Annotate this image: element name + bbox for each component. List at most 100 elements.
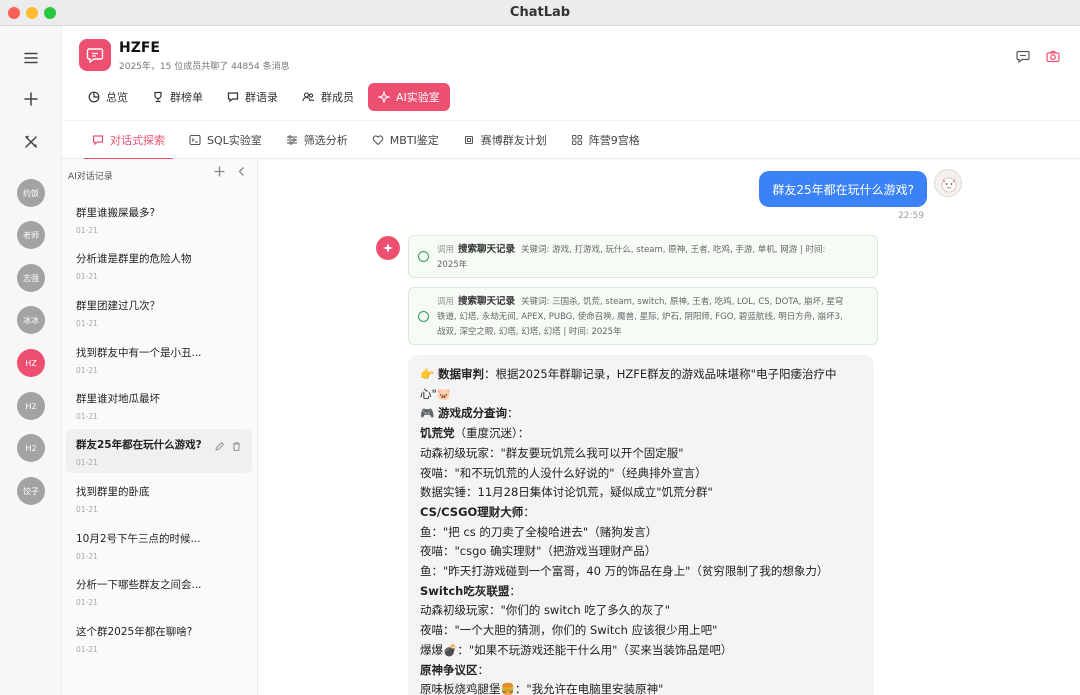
pie-chart-icon [88, 91, 100, 103]
history-header: AI对话记录 [68, 172, 113, 182]
nav-leaderboard[interactable]: 群榜单 [142, 83, 213, 111]
nav-overview[interactable]: 总览 [78, 83, 138, 111]
tab-chat-explore[interactable]: 对话式探索 [80, 121, 177, 160]
sparkle-icon [378, 91, 390, 103]
tab-label: 筛选分析 [303, 134, 348, 147]
answer-line: 爆爆💣："如果不玩游戏还能干什么用"（买来当装饰品是吧） [420, 642, 733, 657]
tool-call-card[interactable]: 调用 搜索聊天记录 关键词: 三国杀, 饥荒, steam, switch, 原神,… [408, 287, 878, 345]
chat-bubble-icon [92, 135, 104, 146]
history-item[interactable]: 找到群友中有一个是小丑... 01-21 [66, 337, 252, 381]
message-icon[interactable] [1016, 48, 1030, 67]
tab-label: SQL实验室 [207, 134, 262, 147]
minimize-window-button[interactable] [26, 7, 38, 19]
tab-alignment-grid[interactable]: 阵营9宫格 [559, 121, 652, 159]
gamepad-icon: 🎮 [420, 406, 438, 421]
tool-name: 搜索聊天记录 [458, 296, 516, 307]
history-item-date: 01-21 [76, 226, 98, 235]
history-item[interactable]: 分析一下哪些群友之间会... 01-21 [66, 569, 252, 613]
group-avatar-active[interactable]: HZ [17, 349, 45, 377]
tool-call-card[interactable]: 调用 搜索聊天记录 关键词: 游戏, 打游戏, 玩什么, steam, 原神, 王者… [408, 235, 878, 278]
history-item-date: 01-21 [76, 319, 98, 328]
tool-params: 关键词: 游戏, 打游戏, 玩什么, steam, 原神, 王者, 吃鸡, 手游… [521, 245, 826, 255]
history-item-title: 群里谁对地瓜最坏 [76, 393, 160, 405]
check-circle-icon [418, 251, 429, 262]
nav-quotes[interactable]: 群语录 [217, 83, 288, 111]
group-name: HZFE [119, 40, 160, 56]
nav-label: 群榜单 [170, 91, 203, 104]
group-avatar[interactable]: 冰冰 [17, 306, 45, 334]
message-timestamp: 22:59 [898, 211, 924, 221]
history-item[interactable]: 分析谁是群里的危险人物 01-21 [66, 243, 252, 287]
user-avatar [934, 169, 962, 197]
tab-mbti[interactable]: MBTI鉴定 [360, 121, 451, 159]
quote-bubble-icon [227, 92, 239, 103]
group-avatar[interactable]: 饺子 [17, 477, 45, 505]
pointing-hand-icon: 👉 [420, 367, 438, 381]
history-item[interactable]: 群里谁搬屎最多? 01-21 [66, 197, 252, 241]
group-avatar[interactable]: H2 [17, 392, 45, 420]
tab-cyber-friends[interactable]: 赛博群友计划 [451, 121, 559, 159]
answer-line: 动森初级玩家："群友要玩饥荒么我可以开个固定服" [420, 445, 684, 460]
collapse-chevron-left-icon[interactable] [237, 165, 247, 181]
edit-pencil-icon[interactable] [214, 437, 225, 456]
answer-line: 鱼："昨天打游戏碰到一个富哥，40 万的饰品在身上"（贫穷限制了我的想象力） [420, 564, 829, 579]
user-message-bubble: 群友25年都在玩什么游戏? [759, 171, 927, 207]
new-chat-icon[interactable] [214, 165, 225, 181]
history-item[interactable]: 群里团建过几次？ 01-21 [66, 290, 252, 334]
window-controls [8, 7, 56, 19]
tool-params: 2025年 [437, 260, 468, 270]
history-item[interactable]: 10月2号下午三点的时候... 01-21 [66, 523, 252, 567]
ai-lab-tabs: 对话式探索 SQL实验室 筛选分析 MBTI鉴定 赛博群友计划 阵营9宫格 [62, 120, 1080, 160]
history-item-title: 这个群2025年都在聊啥? [76, 626, 193, 638]
group-avatar[interactable]: 老师 [17, 221, 45, 249]
answer-line: 👉 数据审判：根据2025年群聊记录，HZFE群友的游戏品味堪称"电子阳痿治疗中 [420, 365, 862, 385]
answer-text: （重度沉迷）： [454, 426, 530, 441]
window-titlebar: ChatLab [0, 0, 1080, 26]
answer-heading: 原神争议区 [420, 662, 478, 677]
history-item-active[interactable]: 群友25年都在玩什么游戏? 01-21 [66, 429, 252, 473]
ai-sparkle-icon [376, 236, 400, 260]
tool-params: 关键词: 三国杀, 饥荒, steam, switch, 原神, 王者, 吃鸡,… [521, 297, 844, 307]
history-item-title: 分析谁是群里的危险人物 [76, 253, 192, 265]
group-avatar[interactable]: 约饭 [17, 179, 45, 207]
answer-line: 数据实锤：11月28日集体讨论饥荒，疑似成立"饥荒分群" [420, 485, 713, 500]
nav-label: 总览 [106, 91, 128, 104]
history-item[interactable]: 这个群2025年都在聊啥? 01-21 [66, 616, 252, 660]
answer-line: 心"🐷 [420, 386, 452, 401]
left-rail: 约饭 老师 志强 冰冰 HZ H2 H2 饺子 [0, 26, 62, 695]
heart-icon [372, 135, 384, 146]
nav-members[interactable]: 群成员 [292, 83, 364, 111]
answer-line: 鱼："把 cs 的刀卖了全梭哈进去"（赌狗发言） [420, 524, 658, 539]
history-item-date: 01-21 [76, 458, 98, 467]
group-avatar[interactable]: 志强 [17, 264, 45, 292]
tool-params: 战双, 深空之眼, 幻塔, 幻塔, 幻塔 | 时间: 2025年 [437, 327, 622, 337]
tab-label: 阵营9宫格 [588, 134, 640, 147]
menu-icon[interactable] [19, 46, 43, 70]
history-item-title: 群友25年都在玩什么游戏? [76, 439, 202, 451]
answer-heading: 饥荒党 [420, 426, 455, 441]
history-item-title: 10月2号下午三点的时候... [76, 533, 201, 545]
group-summary: 2025年，15 位成员共聊了 44854 条消息 [119, 62, 290, 72]
users-icon [302, 92, 315, 102]
tab-filter-analysis[interactable]: 筛选分析 [274, 121, 360, 159]
answer-text: ： [506, 406, 519, 421]
answer-line: CS/CSGO理财大师： [420, 503, 862, 523]
chat-panel: 群友25年都在玩什么游戏? 22:59 调用 搜索聊天记录 关键词: 游戏, 打游戏… [258, 159, 1080, 695]
history-item[interactable]: 群里谁对地瓜最坏 01-21 [66, 383, 252, 427]
close-window-button[interactable] [8, 7, 20, 19]
history-item[interactable]: 找到群里的卧底 01-21 [66, 476, 252, 520]
tools-icon[interactable] [19, 130, 43, 154]
nav-ai-lab[interactable]: AI实验室 [368, 83, 450, 111]
zoom-window-button[interactable] [44, 7, 56, 19]
tool-call-prefix: 调用 [437, 245, 455, 255]
window-title: ChatLab [509, 5, 571, 20]
group-avatar[interactable]: H2 [17, 434, 45, 462]
camera-icon[interactable] [1046, 48, 1060, 67]
delete-trash-icon[interactable] [231, 437, 242, 456]
answer-text: ： [477, 662, 490, 677]
answer-text: ： [509, 583, 521, 598]
answer-heading: Switch吃灰联盟 [420, 583, 510, 598]
add-icon[interactable] [19, 87, 43, 111]
tab-sql-lab[interactable]: SQL实验室 [177, 121, 274, 159]
nav-label: 群成员 [321, 91, 354, 104]
